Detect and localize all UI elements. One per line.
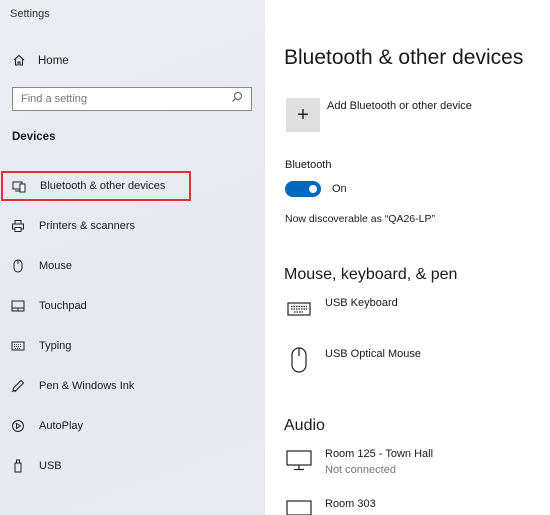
add-device-button[interactable]: +: [286, 98, 320, 132]
sidebar-item-label: Touchpad: [39, 300, 87, 312]
sidebar-item-label: Mouse: [39, 260, 73, 272]
device-name: Room 303: [325, 498, 376, 510]
bluetooth-devices-icon: [11, 178, 27, 194]
search-box[interactable]: [12, 87, 252, 111]
home-icon: [12, 53, 26, 70]
autoplay-icon: [10, 418, 26, 434]
monitor-icon: [285, 446, 313, 474]
device-name: Room 125 - Town Hall: [325, 448, 434, 460]
bluetooth-heading: Bluetooth: [285, 159, 332, 171]
usb-icon: [10, 458, 26, 474]
sidebar-item-autoplay[interactable]: AutoPlay: [10, 416, 83, 436]
bluetooth-toggle[interactable]: [285, 181, 321, 197]
pen-icon: [10, 378, 26, 394]
device-name: USB Keyboard: [325, 297, 398, 309]
mouse-icon: [10, 258, 26, 274]
sidebar-item-label: USB: [39, 460, 62, 472]
device-status: Not connected: [325, 464, 396, 476]
device-usb-mouse[interactable]: USB Optical Mouse: [285, 346, 421, 374]
sidebar-item-label: AutoPlay: [39, 420, 84, 432]
plus-icon: +: [297, 103, 309, 126]
touchpad-icon: [10, 298, 26, 314]
device-room-303[interactable]: Room 303: [285, 496, 376, 515]
sidebar-item-usb[interactable]: USB: [10, 456, 62, 476]
sidebar-item-label: Typing: [39, 340, 72, 352]
discoverable-text: Now discoverable as “QA26-LP”: [285, 213, 435, 225]
window-title: Settings: [10, 8, 50, 20]
sidebar-item-pen[interactable]: Pen & Windows Ink: [10, 376, 134, 396]
search-input[interactable]: [21, 93, 231, 105]
page-title: Bluetooth & other devices: [284, 46, 524, 69]
sidebar-item-mouse[interactable]: Mouse: [10, 256, 72, 276]
home-label: Home: [38, 55, 69, 67]
group-title-input-devices: Mouse, keyboard, & pen: [284, 266, 458, 283]
bluetooth-state-label: On: [332, 183, 347, 195]
device-name: USB Optical Mouse: [325, 348, 421, 360]
sidebar-item-touchpad[interactable]: Touchpad: [10, 296, 87, 316]
device-usb-keyboard[interactable]: USB Keyboard: [285, 295, 398, 323]
device-room-125[interactable]: Room 125 - Town Hall Not connected: [285, 446, 433, 478]
search-icon[interactable]: [231, 90, 243, 108]
sidebar-item-label: Bluetooth & other devices: [40, 180, 166, 192]
monitor-icon: [285, 496, 313, 515]
keyboard-icon: [10, 338, 26, 354]
printer-icon: [10, 218, 26, 234]
sidebar-item-label: Printers & scanners: [39, 220, 135, 232]
sidebar-item-typing[interactable]: Typing: [10, 336, 71, 356]
toggle-knob: [309, 185, 317, 193]
add-device-label[interactable]: Add Bluetooth or other device: [327, 100, 472, 112]
sidebar-item-bluetooth[interactable]: Bluetooth & other devices: [1, 171, 191, 201]
home-nav-item[interactable]: Home: [12, 52, 69, 70]
sidebar-item-label: Pen & Windows Ink: [39, 380, 135, 392]
keyboard-icon: [285, 295, 313, 323]
mouse-icon: [285, 346, 313, 374]
sidebar: Settings Home Devices Bluetooth & other …: [0, 0, 265, 515]
section-label-devices: Devices: [12, 131, 56, 143]
sidebar-item-printers[interactable]: Printers & scanners: [10, 216, 135, 236]
group-title-audio: Audio: [284, 417, 325, 434]
main-content: Bluetooth & other devices + Add Bluetoot…: [265, 0, 550, 515]
